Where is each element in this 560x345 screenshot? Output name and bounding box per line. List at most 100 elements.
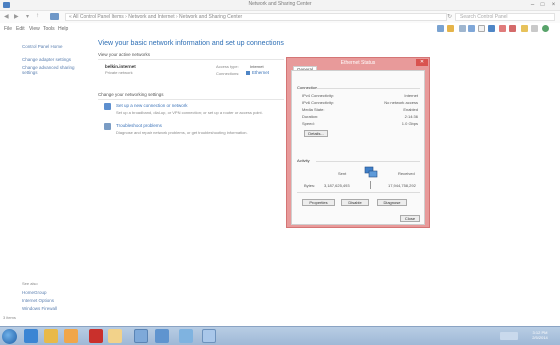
taskbar: 3:12 PM 2/5/2014 (0, 326, 560, 345)
setup-connection-desc: Set up a broadband, dial-up, or VPN conn… (116, 110, 263, 115)
dialog-body: Connection IPv4 Connectivity: Internet I… (291, 70, 425, 225)
tray-icons[interactable] (500, 332, 518, 340)
windows-firewall-link[interactable]: Windows Firewall (22, 306, 82, 311)
back-icon[interactable]: ◀ (4, 13, 9, 20)
status-row-value: 2:14:36 (404, 114, 418, 119)
received-label: Received (398, 171, 415, 176)
network-activity-icon (364, 165, 378, 178)
folder-options-icon[interactable] (447, 25, 454, 32)
separator-icon (370, 181, 371, 189)
menu-help[interactable]: Help (58, 26, 68, 32)
sent-label: Sent (338, 171, 347, 176)
diagnose-button[interactable]: Diagnose (377, 199, 407, 206)
notes-icon[interactable] (108, 329, 122, 343)
tools-icon[interactable] (531, 25, 538, 32)
status-row-label: Speed: (302, 121, 315, 126)
address-field[interactable]: « All Control Panel Items › Network and … (65, 13, 447, 21)
network-icon[interactable] (488, 25, 495, 32)
status-row-value: Internet (404, 93, 418, 98)
bytes-received-value: 17,944,758,292 (388, 183, 416, 188)
connections-label: Connections: (216, 71, 240, 76)
status-text: 3 items (3, 315, 16, 320)
ethernet-icon (246, 71, 250, 75)
change-adapter-settings-link[interactable]: Change adapter settings (22, 57, 82, 62)
homegroup-link[interactable]: HomeGroup (22, 290, 82, 295)
setup-connection-link[interactable]: Set up a new connection or network (116, 103, 188, 108)
status-row-value: No network access (384, 100, 418, 105)
menu-bar: File Edit View Tools Help (0, 24, 560, 35)
menu-edit[interactable]: Edit (16, 26, 25, 32)
menu-tools[interactable]: Tools (43, 26, 55, 32)
status-bar: 3 items (0, 313, 560, 325)
page-title: View your basic network information and … (98, 40, 284, 47)
status-row-value: Enabled (403, 107, 418, 112)
clock[interactable]: 3:12 PM 2/5/2014 (523, 330, 557, 340)
see-also-title: See also (22, 281, 38, 286)
network-icon[interactable] (179, 329, 193, 343)
delete-icon[interactable] (509, 25, 516, 32)
divider (316, 88, 420, 89)
divider (98, 99, 284, 100)
layout-icon[interactable] (437, 25, 444, 32)
start-button[interactable] (2, 329, 17, 344)
share-icon[interactable] (468, 25, 475, 32)
divider (98, 59, 284, 60)
change-settings-label: Change your networking settings (98, 92, 164, 97)
window-title-bar: Network and Sharing Center – □ × (0, 0, 560, 11)
window-icon[interactable] (202, 329, 216, 343)
help-icon[interactable] (542, 25, 549, 32)
status-row-label: IPv6 Connectivity: (302, 100, 335, 105)
view-icon[interactable] (459, 25, 466, 32)
network-type: Private network (105, 70, 133, 75)
active-networks-label: View your active networks (98, 52, 150, 57)
status-row-label: Duration: (302, 114, 319, 119)
window-title: Network and Sharing Center (248, 1, 312, 7)
bytes-label: Bytes: (304, 183, 316, 188)
change-advanced-sharing-link[interactable]: Change advanced sharing settings (22, 65, 82, 75)
media-icon[interactable] (499, 25, 506, 32)
folder-icon (50, 13, 59, 20)
control-panel-home-link[interactable]: Control Panel Home (22, 44, 82, 49)
status-row-label: Media State: (302, 107, 325, 112)
connection-section-title: Connection (297, 85, 318, 90)
menu-file[interactable]: File (4, 26, 12, 32)
ethernet-status-dialog: Ethernet Status ✕ General Connection IPv… (286, 57, 430, 228)
close-button[interactable]: Close (400, 215, 420, 222)
search-input[interactable]: Search Control Panel (455, 13, 555, 21)
recent-chevron-icon[interactable]: ▾ (26, 13, 29, 20)
new-connection-icon (104, 103, 111, 110)
menu-view[interactable]: View (29, 26, 40, 32)
status-row-value: 1.0 Gbps (401, 121, 418, 126)
media-player-icon[interactable] (64, 329, 78, 343)
maximize-button[interactable]: □ (538, 1, 547, 9)
dialog-close-icon[interactable]: ✕ (416, 59, 428, 66)
troubleshoot-icon (104, 123, 111, 130)
ethernet-link[interactable]: Ethernet (252, 70, 269, 75)
close-window-button[interactable]: × (549, 1, 558, 9)
internet-explorer-icon[interactable] (24, 329, 38, 343)
office-icon[interactable] (89, 329, 103, 343)
app-icon (3, 2, 10, 8)
status-row-label: IPv4 Connectivity: (302, 93, 335, 98)
control-panel-icon[interactable] (134, 329, 148, 343)
divider (316, 161, 420, 162)
file-explorer-icon[interactable] (44, 329, 58, 343)
network-name: belkin.internet (105, 64, 136, 69)
properties-icon[interactable] (478, 25, 485, 32)
troubleshoot-desc: Diagnose and repair network problems, or… (116, 130, 248, 135)
disable-button[interactable]: Disable (341, 199, 369, 206)
internet-options-link[interactable]: Internet Options (22, 298, 82, 303)
edit-icon[interactable] (521, 25, 528, 32)
troubleshoot-link[interactable]: Troubleshoot problems (116, 123, 162, 128)
forward-icon[interactable]: ▶ (14, 13, 19, 20)
access-type-label: Access type: (216, 64, 239, 69)
access-type-value: Internet (250, 64, 264, 69)
activity-section-title: Activity (297, 158, 310, 163)
paint-icon[interactable] (155, 329, 169, 343)
minimize-button[interactable]: – (528, 1, 537, 9)
refresh-icon[interactable]: ↻ (447, 13, 452, 20)
details-button[interactable]: Details... (304, 130, 328, 137)
up-icon[interactable]: ↑ (36, 13, 39, 19)
properties-button[interactable]: Properties (302, 199, 335, 206)
clock-date: 2/5/2014 (532, 335, 548, 340)
